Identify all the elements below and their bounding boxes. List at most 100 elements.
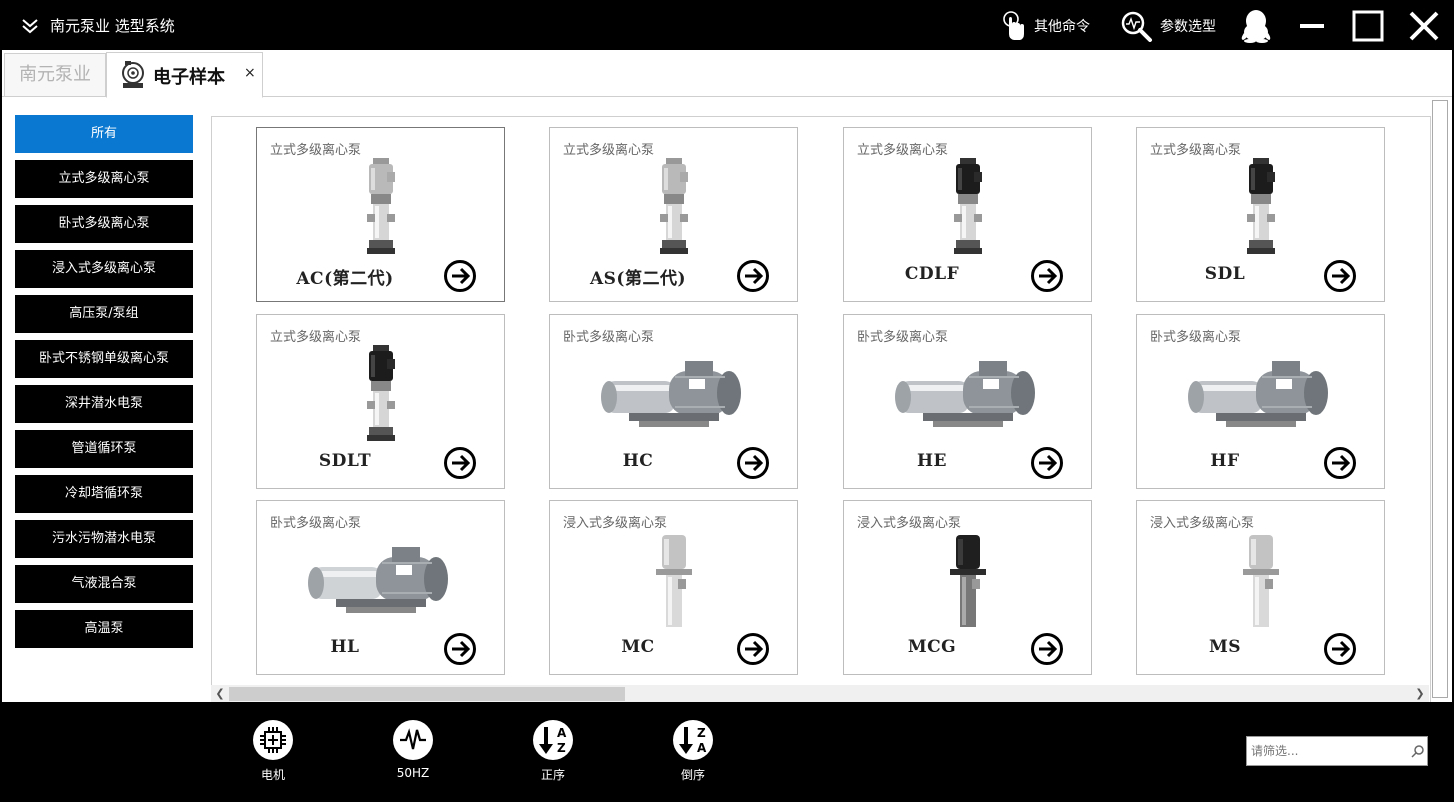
product-model-label: AS(第二代): [589, 269, 687, 289]
sidebar-item-9[interactable]: 污水污物潜水电泵: [15, 520, 193, 558]
sort-descending-icon: Z A: [679, 726, 707, 755]
param-select-button[interactable]: 参数选型: [1120, 10, 1216, 42]
minimize-button[interactable]: [1294, 8, 1330, 44]
sidebar-item-7[interactable]: 管道循环泵: [15, 430, 193, 468]
title-bar: 南元泵业 选型系统 其他命令 参数选型: [2, 2, 1452, 50]
sidebar-item-3[interactable]: 浸入式多级离心泵: [15, 250, 193, 288]
scrollbar-thumb[interactable]: [229, 687, 625, 701]
product-category-label: 立式多级离心泵: [1150, 143, 1242, 158]
product-category-label: 立式多级离心泵: [270, 330, 362, 345]
arrow-right-circle-icon[interactable]: [1323, 632, 1357, 666]
touch-hand-icon: [1003, 11, 1024, 40]
arrow-right-circle-icon[interactable]: [1323, 259, 1357, 293]
pump-image: [1187, 361, 1328, 427]
motor-label: 电机: [260, 768, 285, 782]
product-category-label: 卧式多级离心泵: [1150, 330, 1242, 345]
arrow-right-circle-icon[interactable]: [443, 259, 477, 293]
param-select-label: 参数选型: [1160, 19, 1216, 35]
product-card[interactable]: 立式多级离心泵 SDL: [1136, 127, 1385, 302]
arrow-right-circle-icon[interactable]: [443, 446, 477, 480]
sidebar-item-11[interactable]: 高温泵: [15, 610, 193, 648]
product-model-label: MCG: [907, 637, 957, 657]
horizontal-scrollbar[interactable]: ❮ ❯: [211, 685, 1429, 703]
close-icon: [1409, 11, 1439, 41]
search-icon[interactable]: [1411, 744, 1425, 758]
svg-text:A: A: [557, 726, 567, 740]
arrow-right-circle-icon[interactable]: [1030, 259, 1064, 293]
product-card[interactable]: 卧式多级离心泵 HC: [549, 314, 798, 489]
sort-ascending-button[interactable]: A Z 正序: [523, 720, 583, 783]
tab-bar: 南元泵业 电子样本 ×: [2, 50, 1452, 98]
other-commands-button[interactable]: 其他命令: [1002, 10, 1090, 42]
scroll-left-icon[interactable]: ❮: [211, 685, 229, 703]
arrow-right-circle-icon[interactable]: [1030, 632, 1064, 666]
sort-ascending-label: 正序: [540, 768, 565, 782]
product-card[interactable]: 卧式多级离心泵 HE: [843, 314, 1092, 489]
arrow-right-circle-icon[interactable]: [736, 632, 770, 666]
tab-electronic-catalog-label: 电子样本: [153, 67, 225, 88]
product-card[interactable]: 浸入式多级离心泵 MC: [549, 500, 798, 675]
close-window-button[interactable]: [1406, 8, 1442, 44]
tab-home[interactable]: 南元泵业: [4, 53, 106, 96]
arrow-right-circle-icon[interactable]: [736, 446, 770, 480]
product-card[interactable]: 立式多级离心泵 CDLF: [843, 127, 1092, 302]
footer-toolbar: 电机 50HZ A Z 正序 Z A 倒序 请筛选...: [2, 702, 1452, 800]
qq-penguin-icon[interactable]: [1238, 8, 1274, 44]
pump-image: [1246, 158, 1275, 254]
sidebar-item-5[interactable]: 卧式不锈钢单级离心泵: [15, 340, 193, 378]
arrow-right-circle-icon[interactable]: [736, 259, 770, 293]
other-commands-label: 其他命令: [1034, 19, 1090, 35]
product-card[interactable]: 浸入式多级离心泵 MS: [1136, 500, 1385, 675]
pump-image: [655, 535, 692, 627]
scroll-right-icon[interactable]: ❯: [1411, 685, 1429, 703]
product-category-label: 卧式多级离心泵: [563, 330, 655, 345]
product-category-label: 立式多级离心泵: [857, 143, 949, 158]
sidebar-item-2[interactable]: 卧式多级离心泵: [15, 205, 193, 243]
svg-text:Z: Z: [557, 741, 566, 755]
sidebar-item-0[interactable]: 所有: [15, 115, 193, 153]
product-model-label: CDLF: [904, 264, 960, 284]
product-card[interactable]: 立式多级离心泵 SDLT: [256, 314, 505, 489]
maximize-icon: [1352, 10, 1384, 42]
maximize-button[interactable]: [1350, 8, 1386, 44]
sidebar-item-6[interactable]: 深井潜水电泵: [15, 385, 193, 423]
filter-input[interactable]: [1247, 737, 1417, 765]
arrow-right-circle-icon[interactable]: [1323, 446, 1357, 480]
pump-image: [659, 158, 688, 254]
product-model-label: MC: [621, 637, 655, 657]
collapse-menu-icon[interactable]: [20, 16, 40, 36]
product-card[interactable]: 立式多级离心泵 AC(第二代): [256, 127, 505, 302]
arrow-right-circle-icon[interactable]: [443, 632, 477, 666]
sidebar-item-1[interactable]: 立式多级离心泵: [15, 160, 193, 198]
pump-catalog-icon: [122, 61, 144, 88]
tab-close-icon[interactable]: ×: [244, 65, 256, 81]
arrow-right-circle-icon[interactable]: [1030, 446, 1064, 480]
product-category-label: 卧式多级离心泵: [857, 330, 949, 345]
minimize-icon: [1300, 24, 1324, 28]
product-card[interactable]: 浸入式多级离心泵 MCG: [843, 500, 1092, 675]
product-category-label: 卧式多级离心泵: [270, 516, 362, 531]
sidebar-item-8[interactable]: 冷却塔循环泵: [15, 475, 193, 513]
pump-image: [953, 158, 982, 254]
product-category-label: 浸入式多级离心泵: [1150, 516, 1255, 531]
pump-image: [307, 547, 448, 613]
product-card[interactable]: 立式多级离心泵 AS(第二代): [549, 127, 798, 302]
app-title: 南元泵业 选型系统: [50, 17, 175, 35]
sort-descending-button[interactable]: Z A 倒序: [663, 720, 723, 783]
product-model-label: MS: [1208, 637, 1242, 657]
product-category-label: 立式多级离心泵: [563, 143, 655, 158]
frequency-button[interactable]: 50HZ: [383, 720, 443, 780]
sidebar-item-4[interactable]: 高压泵/泵组: [15, 295, 193, 333]
vertical-scrollbar[interactable]: [1432, 100, 1448, 698]
pump-image: [366, 345, 395, 441]
motor-button[interactable]: 电机: [243, 720, 303, 783]
product-model-label: HF: [1210, 451, 1240, 471]
tab-electronic-catalog[interactable]: 电子样本 ×: [106, 52, 263, 98]
app-window: 南元泵业 选型系统 其他命令 参数选型 南元泵业 电子样本 × 所有 立式多级离…: [2, 2, 1452, 800]
product-card[interactable]: 卧式多级离心泵 HF: [1136, 314, 1385, 489]
pump-image: [366, 158, 395, 254]
product-card[interactable]: 卧式多级离心泵 HL: [256, 500, 505, 675]
sidebar-item-10[interactable]: 气液混合泵: [15, 565, 193, 603]
svg-text:A: A: [697, 741, 707, 755]
product-model-label: SDLT: [318, 451, 372, 471]
